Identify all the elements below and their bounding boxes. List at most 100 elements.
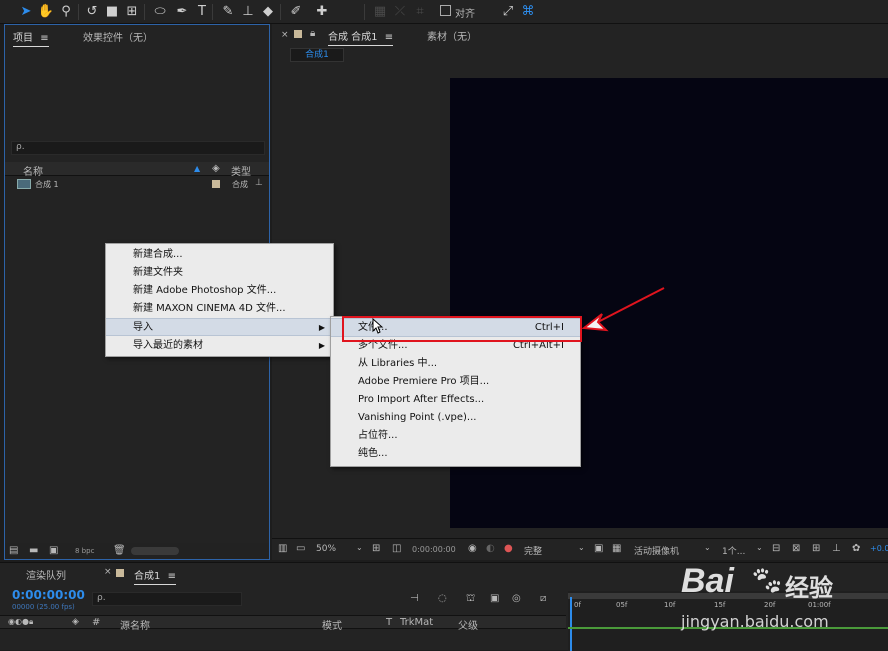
clone-stamp-tool-icon[interactable]: ⊥ bbox=[238, 2, 258, 22]
menu-item-new-cinema4d-file[interactable]: 新建 MAXON CINEMA 4D 文件... bbox=[106, 300, 333, 318]
resolution-select[interactable]: 完整 bbox=[524, 544, 542, 557]
chevron-down-icon[interactable]: ⌄ bbox=[578, 543, 585, 552]
world-axis-icon[interactable]: ⤫ bbox=[390, 2, 410, 22]
menu-item-new-photoshop-file[interactable]: 新建 Adobe Photoshop 文件... bbox=[106, 282, 333, 300]
column-mode[interactable]: 模式 bbox=[322, 617, 342, 632]
reset-exposure-icon[interactable]: ✿ bbox=[852, 543, 860, 554]
local-axis-icon[interactable]: ▦ bbox=[370, 2, 390, 22]
zoom-select[interactable]: 50% bbox=[316, 544, 336, 554]
tab-timeline-comp[interactable]: 合成1 ≡ bbox=[134, 567, 176, 585]
region-of-interest-icon[interactable]: ▣ bbox=[594, 543, 603, 554]
lock-icon[interactable]: 🔒︎ bbox=[310, 28, 315, 39]
channel-icon[interactable]: ● bbox=[504, 543, 513, 554]
column-type[interactable]: 类型 bbox=[231, 163, 251, 178]
close-icon[interactable]: × bbox=[104, 567, 112, 577]
mask-visibility-icon[interactable]: ◫ bbox=[392, 543, 401, 554]
label-tag-icon[interactable]: ◈ bbox=[72, 617, 79, 627]
safe-margins-icon[interactable]: ⊞ bbox=[372, 543, 380, 554]
type-tool-icon[interactable]: T bbox=[192, 2, 212, 22]
column-parent[interactable]: 父级 bbox=[458, 617, 478, 632]
puppet-pin-tool-icon[interactable]: ✚ bbox=[312, 2, 332, 22]
project-list-item[interactable]: 合成 1 合成 ⊥ bbox=[5, 178, 269, 191]
new-folder-icon[interactable]: ▬ bbox=[29, 545, 38, 556]
av-switches-icon[interactable]: ◉◐●🔒︎ bbox=[8, 617, 33, 627]
column-name[interactable]: 名称 bbox=[23, 163, 43, 178]
snapshot-icon[interactable]: ◉ bbox=[468, 543, 477, 554]
pan-behind-tool-icon[interactable]: ⊞ bbox=[122, 2, 142, 22]
expand-icon[interactable]: ⤢ bbox=[498, 2, 518, 22]
current-time[interactable]: 0:00:00:00 bbox=[412, 545, 456, 554]
menu-item-new-composition[interactable]: 新建合成... bbox=[106, 246, 333, 264]
comp-mini-flowchart-icon[interactable]: ⊣ bbox=[410, 593, 419, 604]
chevron-down-icon[interactable]: ⌄ bbox=[356, 543, 363, 552]
camera-select[interactable]: 活动摄像机 bbox=[634, 544, 679, 557]
menu-item-premiere-project[interactable]: Adobe Premiere Pro 项目... bbox=[331, 373, 580, 391]
exposure-value[interactable]: +0.0 bbox=[870, 544, 888, 553]
close-icon[interactable]: × bbox=[281, 30, 289, 40]
chevron-down-icon[interactable]: ⌄ bbox=[756, 543, 763, 552]
tab-effect-controls[interactable]: 效果控件（无） bbox=[83, 29, 153, 44]
show-snapshot-icon[interactable]: ◐ bbox=[486, 543, 495, 554]
menu-item-import[interactable]: 导入 ▶ bbox=[106, 318, 333, 336]
hand-tool-icon[interactable]: ✋ bbox=[36, 2, 56, 22]
playhead[interactable] bbox=[570, 597, 572, 651]
align-checkbox[interactable] bbox=[440, 5, 451, 16]
draft-3d-icon[interactable]: ◌ bbox=[438, 593, 447, 604]
sort-up-icon[interactable]: ▲ bbox=[194, 164, 200, 173]
timeline-timecode[interactable]: 0:00:00:00 bbox=[12, 588, 85, 602]
panel-menu-icon[interactable]: ≡ bbox=[168, 571, 176, 582]
shy-icon[interactable]: ⛫ bbox=[466, 593, 475, 606]
tab-composition[interactable]: 合成 合成1 ≡ bbox=[328, 28, 394, 46]
view-axis-icon[interactable]: ⌗ bbox=[410, 2, 430, 22]
frame-blending-icon[interactable]: ▣ bbox=[490, 593, 499, 604]
zoom-tool-icon[interactable]: ⚲ bbox=[56, 2, 76, 22]
brush-tool-icon[interactable]: ✎ bbox=[218, 2, 238, 22]
menu-item-placeholder[interactable]: 占位符... bbox=[331, 427, 580, 445]
new-comp-icon[interactable]: ▣ bbox=[49, 545, 58, 556]
pen-tool-icon[interactable]: ✒ bbox=[172, 2, 192, 22]
graph-editor-icon[interactable]: ⧄ bbox=[540, 593, 546, 604]
timeline-icon[interactable]: ⊞ bbox=[812, 543, 820, 554]
snap-icon[interactable]: ⌘ bbox=[518, 2, 538, 22]
work-area-bar[interactable] bbox=[568, 593, 888, 599]
timeline-search-input[interactable]: ρ. bbox=[92, 592, 242, 606]
chevron-down-icon[interactable]: ⌄ bbox=[704, 543, 711, 552]
interpret-footage-icon[interactable]: ▤ bbox=[9, 545, 18, 556]
roto-brush-tool-icon[interactable]: ✐ bbox=[286, 2, 306, 22]
column-trkmat[interactable]: TrkMat bbox=[400, 617, 433, 628]
thumbnail-slider[interactable] bbox=[131, 547, 179, 555]
ellipse-tool-icon[interactable]: ⬭ bbox=[150, 2, 170, 22]
monitor-icon[interactable]: ▭ bbox=[296, 543, 305, 554]
label-color-swatch[interactable] bbox=[212, 180, 220, 188]
views-select[interactable]: 1个... bbox=[722, 544, 745, 557]
bit-depth-button[interactable]: 8 bpc bbox=[75, 547, 94, 555]
selection-tool-icon[interactable]: ➤ bbox=[16, 2, 36, 22]
project-search-input[interactable]: ρ. bbox=[11, 141, 265, 155]
column-source-name[interactable]: 源名称 bbox=[120, 617, 150, 632]
menu-item-new-folder[interactable]: 新建文件夹 bbox=[106, 264, 333, 282]
always-preview-icon[interactable]: ▥ bbox=[278, 543, 287, 554]
tab-render-queue[interactable]: 渲染队列 bbox=[26, 567, 66, 582]
rotate-tool-icon[interactable]: ↺ bbox=[82, 2, 102, 22]
fast-previews-icon[interactable]: ⊠ bbox=[792, 543, 800, 554]
menu-item-from-libraries[interactable]: 从 Libraries 中... bbox=[331, 355, 580, 373]
menu-item-pro-import[interactable]: Pro Import After Effects... bbox=[331, 391, 580, 409]
transparency-grid-icon[interactable]: ▦ bbox=[612, 543, 621, 554]
motion-blur-icon[interactable]: ◎ bbox=[512, 593, 521, 604]
tab-footage[interactable]: 素材（无） bbox=[427, 28, 477, 43]
panel-menu-icon[interactable]: ≡ bbox=[40, 33, 48, 44]
tab-project[interactable]: 项目 ≡ bbox=[13, 29, 49, 47]
camera-tool-icon[interactable]: ■ bbox=[102, 2, 122, 22]
flowchart-icon[interactable]: ⊥ bbox=[255, 178, 263, 188]
trash-icon[interactable]: 🗑 bbox=[113, 545, 126, 556]
menu-item-vanishing-point[interactable]: Vanishing Point (.vpe)... bbox=[331, 409, 580, 427]
flowchart-icon[interactable]: ⊥ bbox=[832, 543, 841, 554]
menu-item-import-recent[interactable]: 导入最近的素材 ▶ bbox=[106, 337, 333, 355]
column-t[interactable]: T bbox=[386, 617, 392, 628]
comp-breadcrumb[interactable]: 合成1 bbox=[290, 48, 344, 62]
toggle-pixel-aspect-icon[interactable]: ⊟ bbox=[772, 543, 780, 554]
eraser-tool-icon[interactable]: ◆ bbox=[258, 2, 278, 22]
panel-menu-icon[interactable]: ≡ bbox=[385, 32, 393, 43]
label-tag-icon[interactable]: ◈ bbox=[212, 163, 220, 174]
menu-item-solid[interactable]: 纯色... bbox=[331, 445, 580, 463]
